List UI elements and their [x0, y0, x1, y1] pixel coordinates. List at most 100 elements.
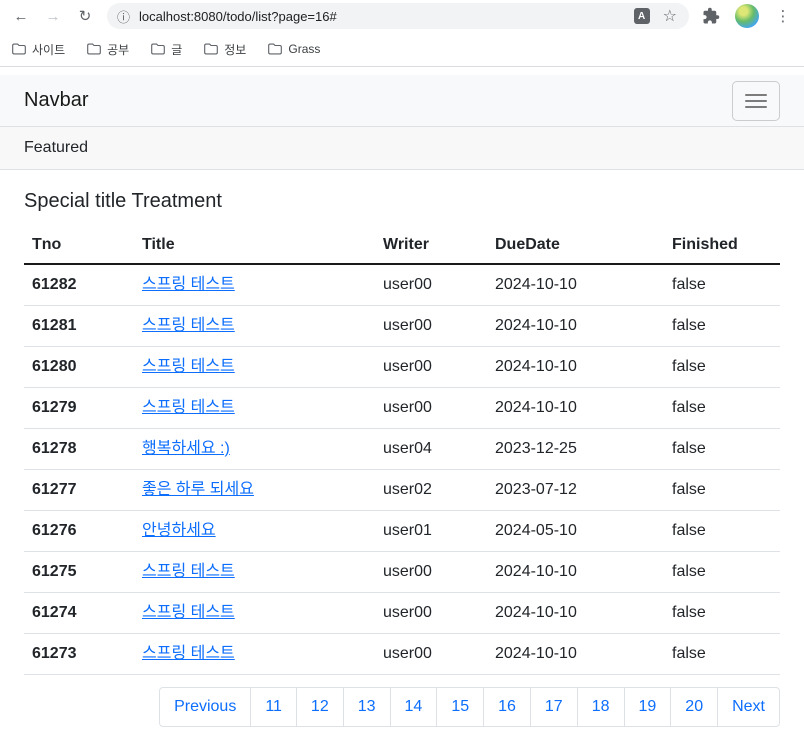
site-info-icon[interactable]: ⓘ [117, 7, 130, 26]
col-header-tno: Tno [24, 227, 134, 265]
cell-tno: 61275 [24, 551, 134, 593]
bookmark-star-icon[interactable]: ☆ [663, 6, 677, 26]
cell-writer: user00 [375, 387, 487, 429]
cell-writer: user00 [375, 264, 487, 306]
address-bar[interactable]: ⓘ localhost:8080/todo/list?page=16# A ☆ [107, 3, 689, 29]
todo-title-link[interactable]: 스프링 테스트 [142, 604, 235, 621]
pagination-page-19[interactable]: 19 [623, 687, 672, 727]
cell-duedate: 2023-12-25 [487, 428, 664, 470]
reload-icon[interactable]: ↻ [70, 1, 100, 31]
hamburger-icon [745, 93, 767, 96]
cell-tno: 61281 [24, 305, 134, 347]
cell-finished: false [664, 305, 780, 347]
pagination-page-13[interactable]: 13 [342, 687, 391, 727]
cell-finished: false [664, 592, 780, 634]
todo-title-link[interactable]: 안녕하세요 [142, 522, 216, 539]
url-text[interactable]: localhost:8080/todo/list?page=16# [139, 9, 634, 24]
cell-writer: user00 [375, 633, 487, 675]
table-row: 61273 스프링 테스트 user00 2024-10-10 false [24, 633, 780, 675]
cell-duedate: 2024-10-10 [487, 264, 664, 306]
pagination-page-17[interactable]: 17 [529, 687, 578, 727]
bookmark-label: 공부 [107, 42, 130, 57]
webpage: Navbar Featured Special title Treatment … [0, 67, 804, 727]
folder-icon [268, 43, 283, 55]
pagination-page-15[interactable]: 15 [436, 687, 485, 727]
col-header-title: Title [134, 227, 375, 265]
extensions-icon[interactable] [696, 1, 726, 31]
todo-title-link[interactable]: 스프링 테스트 [142, 399, 235, 416]
cell-writer: user00 [375, 305, 487, 347]
todo-title-link[interactable]: 스프링 테스트 [142, 563, 235, 580]
pagination-page-11[interactable]: 11 [250, 687, 297, 727]
cell-duedate: 2024-05-10 [487, 510, 664, 552]
back-icon[interactable]: ← [6, 1, 36, 31]
cell-tno: 61276 [24, 510, 134, 552]
todo-table: Tno Title Writer DueDate Finished 61282 … [24, 227, 780, 675]
navbar-brand[interactable]: Navbar [24, 89, 88, 112]
table-row: 61282 스프링 테스트 user00 2024-10-10 false [24, 264, 780, 306]
pagination: Previous 11 12 13 14 15 16 17 18 19 20 N… [24, 687, 780, 727]
cell-duedate: 2023-07-12 [487, 469, 664, 511]
browser-toolbar: ← → ↻ ⓘ localhost:8080/todo/list?page=16… [0, 0, 804, 32]
todo-title-link[interactable]: 스프링 테스트 [142, 317, 235, 334]
col-header-writer: Writer [375, 227, 487, 265]
todo-title-link[interactable]: 스프링 테스트 [142, 276, 235, 293]
cell-duedate: 2024-10-10 [487, 633, 664, 675]
table-row: 61279 스프링 테스트 user00 2024-10-10 false [24, 387, 780, 429]
card-body: Special title Treatment Tno Title Writer… [0, 170, 804, 727]
cell-tno: 61280 [24, 346, 134, 388]
page-title: Special title Treatment [24, 190, 222, 212]
folder-icon [87, 43, 101, 55]
cell-finished: false [664, 469, 780, 511]
table-header-row: Tno Title Writer DueDate Finished [24, 227, 780, 265]
navbar: Navbar [0, 75, 804, 127]
translate-icon[interactable]: A [633, 8, 650, 24]
table-row: 61275 스프링 테스트 user00 2024-10-10 false [24, 551, 780, 593]
bookmark-folder-grass[interactable]: Grass [268, 42, 320, 56]
cell-tno: 61279 [24, 387, 134, 429]
pagination-previous[interactable]: Previous [159, 687, 252, 727]
pagination-page-18[interactable]: 18 [576, 687, 625, 727]
cell-tno: 61278 [24, 428, 134, 470]
card-header-label: Featured [24, 139, 89, 156]
pagination-page-12[interactable]: 12 [295, 687, 344, 727]
cell-writer: user00 [375, 551, 487, 593]
pagination-page-20[interactable]: 20 [670, 687, 719, 727]
cell-tno: 61277 [24, 469, 134, 511]
bookmark-folder-writing[interactable]: 글 [151, 41, 182, 58]
cell-duedate: 2024-10-10 [487, 592, 664, 634]
profile-avatar[interactable] [735, 4, 759, 28]
bookmark-label: 글 [171, 42, 183, 57]
forward-icon[interactable]: → [38, 1, 68, 31]
cell-finished: false [664, 510, 780, 552]
bookmark-folder-study[interactable]: 공부 [87, 41, 129, 58]
cell-finished: false [664, 264, 780, 306]
bookmark-folder-info[interactable]: 정보 [204, 41, 246, 58]
pagination-page-16[interactable]: 16 [483, 687, 531, 727]
folder-icon [151, 43, 166, 55]
cell-finished: false [664, 387, 780, 429]
table-row: 61278 행복하세요 :) user04 2023-12-25 false [24, 428, 780, 470]
cell-finished: false [664, 551, 780, 593]
col-header-finished: Finished [664, 227, 780, 265]
browser-menu-icon[interactable]: ⋮ [768, 1, 798, 31]
todo-title-link[interactable]: 스프링 테스트 [142, 358, 235, 375]
navbar-toggler-button[interactable] [732, 80, 780, 121]
todo-title-link[interactable]: 스프링 테스트 [142, 645, 235, 662]
pagination-page-14[interactable]: 14 [389, 687, 438, 727]
folder-icon [12, 43, 26, 55]
cell-duedate: 2024-10-10 [487, 305, 664, 347]
col-header-duedate: DueDate [487, 227, 664, 265]
browser-chrome: ← → ↻ ⓘ localhost:8080/todo/list?page=16… [0, 0, 804, 67]
bookmark-label: Grass [288, 42, 321, 56]
bookmark-folder-site[interactable]: 사이트 [12, 41, 65, 58]
pagination-next[interactable]: Next [717, 687, 780, 727]
todo-title-link[interactable]: 행복하세요 :) [142, 440, 230, 457]
cell-finished: false [664, 428, 780, 470]
bookmark-label: 정보 [224, 42, 247, 57]
table-row: 61274 스프링 테스트 user00 2024-10-10 false [24, 592, 780, 634]
todo-title-link[interactable]: 좋은 하루 되세요 [142, 481, 254, 498]
cell-finished: false [664, 633, 780, 675]
cell-writer: user01 [375, 510, 487, 552]
table-row: 61280 스프링 테스트 user00 2024-10-10 false [24, 346, 780, 388]
